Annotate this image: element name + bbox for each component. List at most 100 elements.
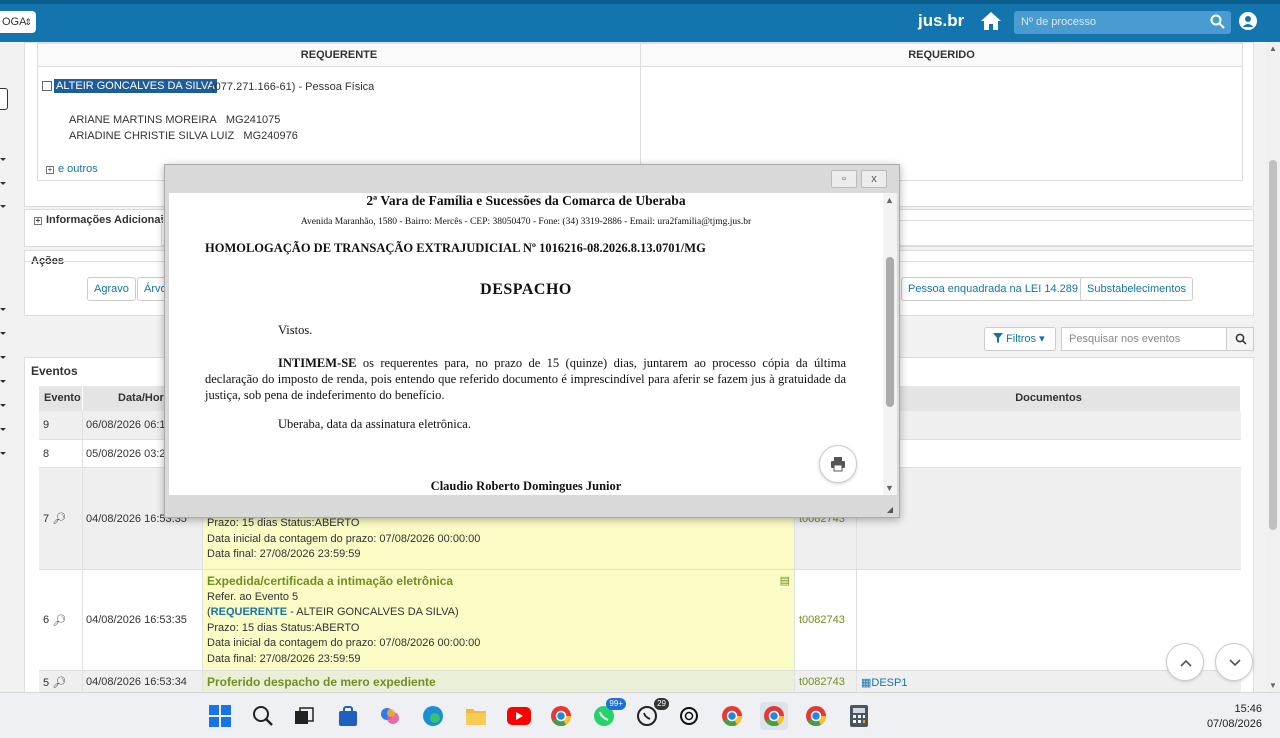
collapse-arrow-icon[interactable] — [0, 158, 6, 161]
task-view-icon[interactable] — [290, 702, 318, 730]
informacoes-adicionais-label: Informações Adicionais — [46, 214, 170, 226]
collapse-arrow-icon[interactable] — [0, 452, 6, 455]
page-scrollbar[interactable]: ▲ ▼ — [1266, 42, 1280, 692]
chrome-profile-icon[interactable] — [802, 702, 830, 730]
magnifier-icon[interactable]: 🔎︎ — [52, 614, 66, 627]
col-requerente: REQUERENTE — [38, 44, 640, 67]
column-divider — [640, 44, 641, 182]
left-rail — [0, 42, 12, 692]
pessoa-lei-button[interactable]: Pessoa enquadrada na LEI 14.289 — [901, 277, 1086, 301]
filter-icon — [993, 333, 1003, 343]
collapse-arrow-icon[interactable] — [0, 356, 6, 359]
collapse-arrow-icon[interactable] — [0, 205, 6, 208]
scroll-down-icon[interactable]: ▼ — [1269, 681, 1277, 690]
advogado-row: ARIANE MARTINS MOREIRA MG241075 — [69, 114, 280, 126]
requerente-doc: (077.271.166-61) - Pessoa Física — [211, 81, 375, 93]
eventos-title: Eventos — [31, 364, 78, 378]
org-select[interactable]: OGA ⇕ — [0, 11, 36, 33]
advogado-row: ARIADINE CHRISTIE SILVA LUIZ MG240976 — [69, 130, 298, 142]
chatgpt-icon[interactable] — [675, 702, 703, 730]
local-data-text: Uberaba, data da assinatura eletrônica. — [278, 417, 471, 431]
document-scroll-thumb[interactable] — [886, 257, 894, 407]
intimem-text: INTIMEM-SE — [278, 356, 357, 370]
print-button[interactable] — [819, 445, 857, 483]
resize-handle-icon[interactable]: ◢ — [887, 505, 893, 514]
col-requerido: REQUERIDO — [641, 44, 1242, 67]
collapse-arrow-icon[interactable] — [0, 404, 6, 407]
collapse-arrow-icon[interactable] — [0, 332, 6, 335]
collapse-arrow-icon[interactable] — [0, 428, 6, 431]
orgao-title: 2ª Vara de Família e Sucessões da Comarc… — [366, 193, 686, 208]
collapse-arrow-icon[interactable] — [0, 308, 6, 311]
edge-icon[interactable] — [419, 702, 447, 730]
substabelecimentos-button[interactable]: Substabelecimentos — [1080, 277, 1194, 301]
document-scrollbar[interactable]: ▲ ▼ — [883, 193, 897, 495]
close-button[interactable]: x — [861, 170, 887, 188]
event-search-input[interactable]: Pesquisar nos eventos — [1061, 327, 1227, 351]
scroll-up-icon[interactable]: ▲ — [1269, 44, 1277, 53]
header-evento[interactable]: Evento — [39, 386, 83, 411]
document-body: 2ª Vara de Família e Sucessões da Comarc… — [169, 193, 883, 495]
chrome-profile-icon[interactable] — [718, 702, 746, 730]
collapse-arrow-icon[interactable] — [0, 380, 6, 383]
certificate-icon[interactable]: ▤ — [780, 574, 790, 590]
event-doc-link[interactable]: DESP1 — [871, 677, 907, 689]
page-scroll-thumb[interactable] — [1269, 160, 1277, 530]
maximize-button[interactable]: ▫ — [831, 170, 857, 188]
event-number: 7 — [43, 512, 50, 525]
close-icon: x — [871, 173, 877, 185]
home-icon[interactable] — [980, 11, 1002, 31]
filtros-label: Filtros — [1006, 333, 1037, 345]
event-user[interactable]: t0082743 — [795, 570, 857, 670]
top-bar: OGA ⇕ jus.br Nº de processo — [0, 0, 1280, 42]
magnifier-icon[interactable]: 🔎︎ — [52, 512, 66, 525]
despacho-paragraph: INTIMEM-SE os requerentes para, no prazo… — [205, 355, 846, 403]
event-search-button[interactable] — [1226, 327, 1254, 351]
signature-name: Claudio Roberto Domingues Junior — [430, 479, 622, 493]
parte-tipo[interactable]: REQUERENTE — [211, 606, 287, 618]
process-search-input[interactable]: Nº de processo — [1014, 11, 1231, 34]
advogado-oab: MG241075 — [225, 114, 281, 126]
document-icon: ▦ — [861, 677, 872, 689]
event-line: Prazo: 15 dias Status:ABERTO — [207, 517, 360, 529]
scroll-bottom-button[interactable] — [1215, 643, 1253, 681]
requerente-name[interactable]: ALTEIR GONCALVES DA SILVA — [54, 79, 217, 93]
left-rail-box[interactable] — [0, 88, 8, 110]
partes-table: REQUERENTE REQUERIDO ALTEIR GONCALVES DA… — [37, 43, 1243, 182]
user-icon[interactable] — [1239, 12, 1257, 30]
start-icon[interactable] — [206, 702, 234, 730]
magnifier-icon[interactable]: 🔎︎ — [52, 677, 66, 689]
agravo-button[interactable]: Agravo — [87, 277, 136, 301]
file-explorer-icon[interactable] — [462, 702, 490, 730]
scroll-top-button[interactable] — [1166, 643, 1204, 681]
event-date: 04/08/2026 16:53:35 — [83, 570, 203, 670]
e-outros-link[interactable]: + e outros — [46, 163, 98, 175]
org-select-value: OGA — [2, 16, 27, 28]
top-strip — [0, 0, 1280, 4]
informacoes-adicionais-toggle[interactable]: + Informações Adicionais — [34, 214, 170, 226]
chrome-profile-icon[interactable] — [760, 702, 788, 730]
youtube-icon[interactable] — [505, 702, 533, 730]
copilot-icon[interactable] — [376, 702, 404, 730]
arvore-button[interactable]: Árvo — [137, 277, 167, 301]
whatsapp-icon[interactable]: 99+ — [590, 698, 626, 730]
event-description: Expedida/certificada a intimação eletrôn… — [203, 570, 795, 670]
brand-logo[interactable]: jus.br — [918, 11, 964, 31]
chat-icon[interactable]: 29 — [633, 698, 669, 730]
search-icon[interactable] — [249, 702, 277, 730]
system-clock[interactable]: 15:46 07/08/2026 — [1207, 702, 1262, 732]
collapse-arrow-icon[interactable] — [0, 182, 6, 185]
scroll-up-icon[interactable]: ▲ — [885, 195, 894, 205]
chrome-icon[interactable] — [547, 702, 575, 730]
store-icon[interactable] — [334, 702, 362, 730]
event-title: Expedida/certificada a intimação eletrôn… — [207, 574, 454, 588]
advogado-name: ARIANE MARTINS MOREIRA — [69, 114, 217, 126]
search-icon[interactable] — [1210, 14, 1225, 29]
clock-time: 15:46 — [1234, 703, 1262, 715]
event-line: Data inicial da contagem do prazo: 07/08… — [207, 637, 481, 649]
filtros-button[interactable]: Filtros ▾ — [984, 327, 1056, 351]
calculator-icon[interactable] — [845, 702, 873, 730]
scroll-down-icon[interactable]: ▼ — [885, 483, 894, 493]
clock-date: 07/08/2026 — [1206, 718, 1262, 730]
person-card-icon[interactable] — [42, 81, 52, 91]
